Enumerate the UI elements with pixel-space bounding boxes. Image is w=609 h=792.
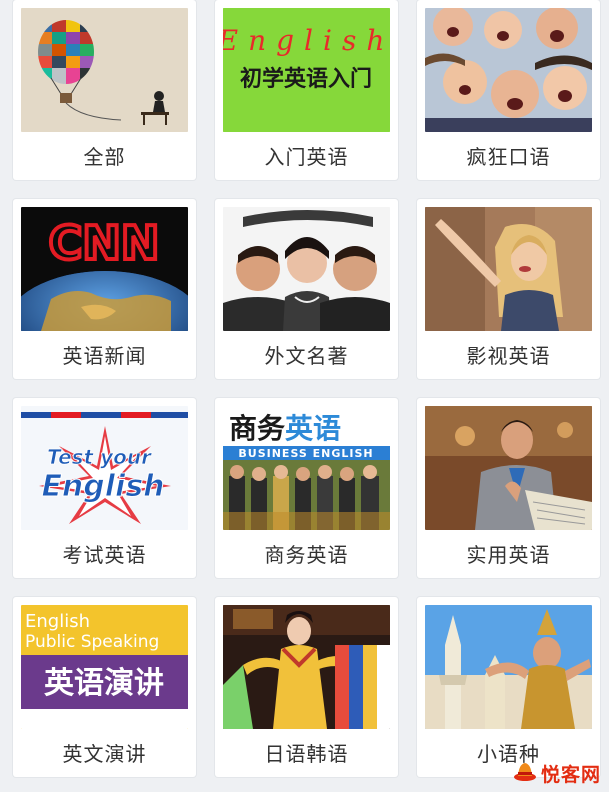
- svg-text:商务英语: 商务英语: [229, 412, 341, 445]
- category-card-speech[interactable]: English Public Speaking 英语演讲 英文演讲: [13, 597, 196, 777]
- category-label: 疯狂口语: [466, 145, 551, 169]
- cover-top-text: Test your: [47, 445, 152, 469]
- shouting-people-image: [425, 8, 592, 132]
- test-your-english-logo-image: Test your English: [21, 406, 188, 530]
- hot-air-balloon-image: [21, 8, 188, 132]
- classic-film-stars-image: [223, 207, 390, 331]
- business-english-image: 商务英语 BUSINESS ENGLISH: [223, 406, 390, 530]
- category-label: 日语韩语: [264, 742, 349, 766]
- cover-mid-text: Public Speaking: [25, 632, 159, 652]
- category-card-all[interactable]: 全部: [13, 0, 196, 180]
- category-grid: 全部 English 初学英语入门 入门英语 疯狂口语 CNN 英语新闻 外文名…: [0, 0, 609, 792]
- public-speaking-cover-image: English Public Speaking 英语演讲: [21, 605, 188, 729]
- category-label: 英语新闻: [62, 344, 147, 368]
- cover-top-text: English: [223, 24, 390, 57]
- category-card-news[interactable]: CNN 英语新闻: [13, 199, 196, 379]
- korean-dancer-image: [223, 605, 390, 729]
- category-label: 外文名著: [264, 344, 349, 368]
- category-card-jpkr[interactable]: 日语韩语: [215, 597, 398, 777]
- actress-image: [425, 207, 592, 331]
- category-card-exam[interactable]: Test your English 考试英语: [13, 398, 196, 578]
- category-label: 影视英语: [466, 344, 551, 368]
- cover-top-text-a: 商务: [229, 412, 285, 445]
- category-label: 入门英语: [264, 145, 349, 169]
- category-label: 英文演讲: [62, 742, 147, 766]
- category-label: 实用英语: [466, 543, 551, 567]
- cover-bar-text: BUSINESS ENGLISH: [238, 447, 373, 460]
- category-card-practical[interactable]: 实用英语: [417, 398, 600, 578]
- category-label: 全部: [83, 145, 126, 169]
- hat-logo-icon: [513, 760, 537, 786]
- cover-top-text-b: 英语: [285, 412, 341, 445]
- cover-bottom-text: 英语演讲: [44, 666, 164, 701]
- category-card-minor[interactable]: 小语种: [417, 597, 600, 777]
- cover-bottom-text: 初学英语入门: [240, 66, 372, 92]
- category-card-classics[interactable]: 外文名著: [215, 199, 398, 379]
- category-card-business[interactable]: 商务英语 BUSINESS ENGLISH 商务英语: [215, 398, 398, 578]
- cover-top-text: English: [25, 611, 90, 632]
- cover-bottom-text: English: [41, 469, 164, 504]
- category-label: 商务英语: [264, 543, 349, 567]
- watermark-text: 悦客网: [540, 763, 601, 786]
- cover-text: CNN: [49, 216, 160, 270]
- thai-dancer-image: [425, 605, 592, 729]
- category-card-film[interactable]: 影视英语: [417, 199, 600, 379]
- watermark: 悦客网: [513, 760, 601, 786]
- businessman-newspaper-image: [425, 406, 592, 530]
- category-label: 考试英语: [62, 543, 147, 567]
- beginner-english-cover-image: English 初学英语入门: [223, 8, 390, 132]
- cnn-globe-image: CNN: [21, 207, 188, 331]
- category-card-beginner[interactable]: English 初学英语入门 入门英语: [215, 0, 398, 180]
- category-card-crazy[interactable]: 疯狂口语: [417, 0, 600, 180]
